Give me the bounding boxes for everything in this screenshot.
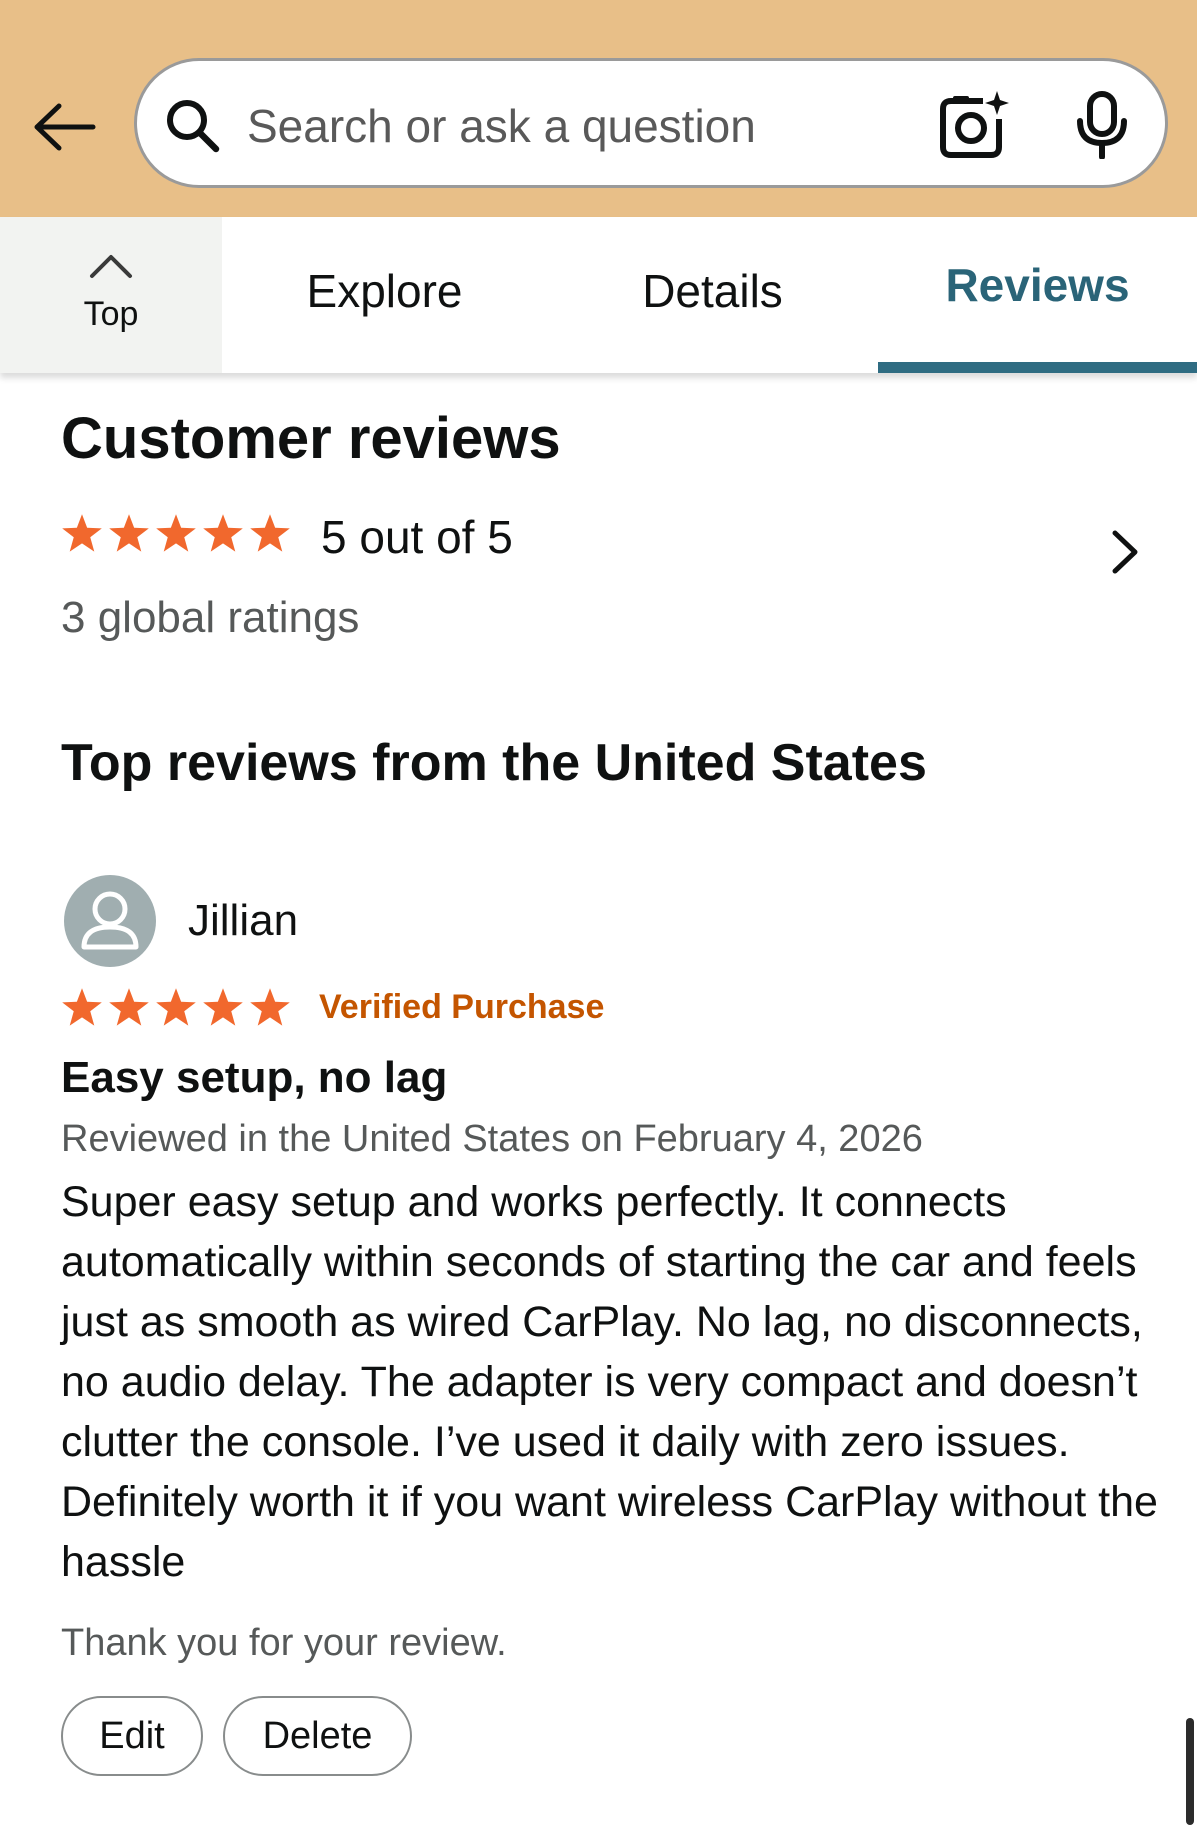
top-reviews-heading: Top reviews from the United States: [61, 734, 927, 792]
star-icon: [62, 514, 102, 552]
reviewer-name: Jillian: [188, 896, 299, 945]
star-icon: [250, 988, 290, 1026]
star-icon: [156, 514, 196, 552]
global-ratings-count: 3 global ratings: [61, 593, 360, 642]
star-icon: [203, 988, 243, 1026]
tab-top[interactable]: Top: [0, 217, 222, 373]
summary-star-rating: [60, 512, 292, 556]
verified-purchase-badge: Verified Purchase: [319, 988, 605, 1026]
microphone-icon[interactable]: [1072, 91, 1132, 159]
star-icon: [109, 988, 149, 1026]
tab-explore[interactable]: Explore: [252, 217, 517, 373]
edit-review-button[interactable]: Edit: [61, 1696, 203, 1776]
arrow-left-icon: [34, 103, 96, 151]
section-tab-bar: Top Explore Details Reviews: [0, 217, 1197, 373]
review-date: Reviewed in the United States on Februar…: [61, 1118, 923, 1160]
back-button[interactable]: [30, 92, 100, 162]
active-tab-indicator: [878, 362, 1197, 373]
review-star-rating: [60, 986, 292, 1030]
camera-sparkle-icon[interactable]: [937, 89, 1011, 159]
rating-summary-text[interactable]: 5 out of 5: [321, 510, 513, 564]
tab-reviews[interactable]: Reviews: [878, 217, 1197, 373]
scrollbar[interactable]: [1186, 1718, 1194, 1825]
user-icon: [81, 891, 139, 950]
search-bar[interactable]: [134, 58, 1168, 188]
star-icon: [109, 514, 149, 552]
search-icon: [167, 100, 220, 153]
review-title: Easy setup, no lag: [61, 1053, 448, 1102]
customer-reviews-heading: Customer reviews: [61, 406, 561, 471]
tab-top-label: Top: [83, 295, 139, 333]
review-body: Super easy setup and works perfectly. It…: [61, 1178, 1158, 1586]
chevron-up-icon: [90, 255, 132, 278]
avatar: [64, 875, 156, 967]
star-icon: [250, 514, 290, 552]
search-input[interactable]: [247, 83, 907, 169]
chevron-right-icon[interactable]: [1105, 527, 1145, 577]
thank-you-note: Thank you for your review.: [61, 1622, 507, 1664]
tab-details[interactable]: Details: [580, 217, 845, 373]
delete-review-button[interactable]: Delete: [223, 1696, 412, 1776]
top-header: [0, 0, 1197, 217]
star-icon: [156, 988, 196, 1026]
star-icon: [203, 514, 243, 552]
star-icon: [62, 988, 102, 1026]
